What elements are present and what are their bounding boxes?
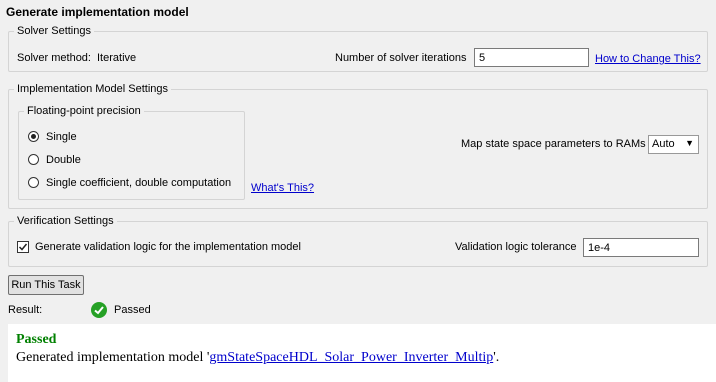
how-to-change-link[interactable]: How to Change This? <box>595 53 701 65</box>
checkmark-icon <box>18 243 28 251</box>
floating-point-precision-legend: Floating-point precision <box>27 105 141 117</box>
output-message: Generated implementation model 'gmStateS… <box>16 350 499 366</box>
passed-check-icon <box>91 302 107 318</box>
radio-double[interactable] <box>28 154 39 165</box>
result-output-pane: Passed Generated implementation model 'g… <box>8 324 716 382</box>
run-this-task-button[interactable]: Run This Task <box>8 275 84 295</box>
whats-this-link[interactable]: What's This? <box>251 182 314 194</box>
solver-settings-legend: Solver Settings <box>17 25 91 37</box>
implementation-model-settings-legend: Implementation Model Settings <box>17 83 169 95</box>
radio-single-coefficient[interactable] <box>28 177 39 188</box>
output-message-prefix: Generated implementation model ' <box>16 350 210 365</box>
chevron-down-icon: ▼ <box>685 138 694 148</box>
validation-tolerance-label: Validation logic tolerance <box>455 241 577 253</box>
map-to-rams-value: Auto <box>652 138 675 150</box>
result-label: Result: <box>8 304 43 316</box>
validation-logic-label[interactable]: Generate validation logic for the implem… <box>35 241 301 253</box>
radio-single-coefficient-label[interactable]: Single coefficient, double computation <box>46 177 231 189</box>
solver-iterations-label: Number of solver iterations <box>335 52 467 64</box>
output-status: Passed <box>16 332 57 347</box>
validation-tolerance-input[interactable] <box>583 238 699 257</box>
map-to-rams-label: Map state space parameters to RAMs <box>461 138 646 150</box>
solver-method-label: Solver method: <box>17 52 91 64</box>
validation-logic-checkbox[interactable] <box>17 241 29 253</box>
solver-method-value: Iterative <box>97 52 137 64</box>
radio-single[interactable] <box>28 131 39 142</box>
result-value: Passed <box>114 304 151 316</box>
map-to-rams-select[interactable]: Auto ▼ <box>648 135 699 154</box>
task-title: Generate implementation model <box>6 5 189 19</box>
solver-iterations-input[interactable] <box>474 48 589 67</box>
output-message-suffix: '. <box>493 350 500 365</box>
verification-settings-legend: Verification Settings <box>17 215 114 227</box>
radio-single-label[interactable]: Single <box>46 131 77 143</box>
model-link[interactable]: gmStateSpaceHDL_Solar_Power_Inverter_Mul… <box>209 350 493 365</box>
radio-double-label[interactable]: Double <box>46 154 81 166</box>
